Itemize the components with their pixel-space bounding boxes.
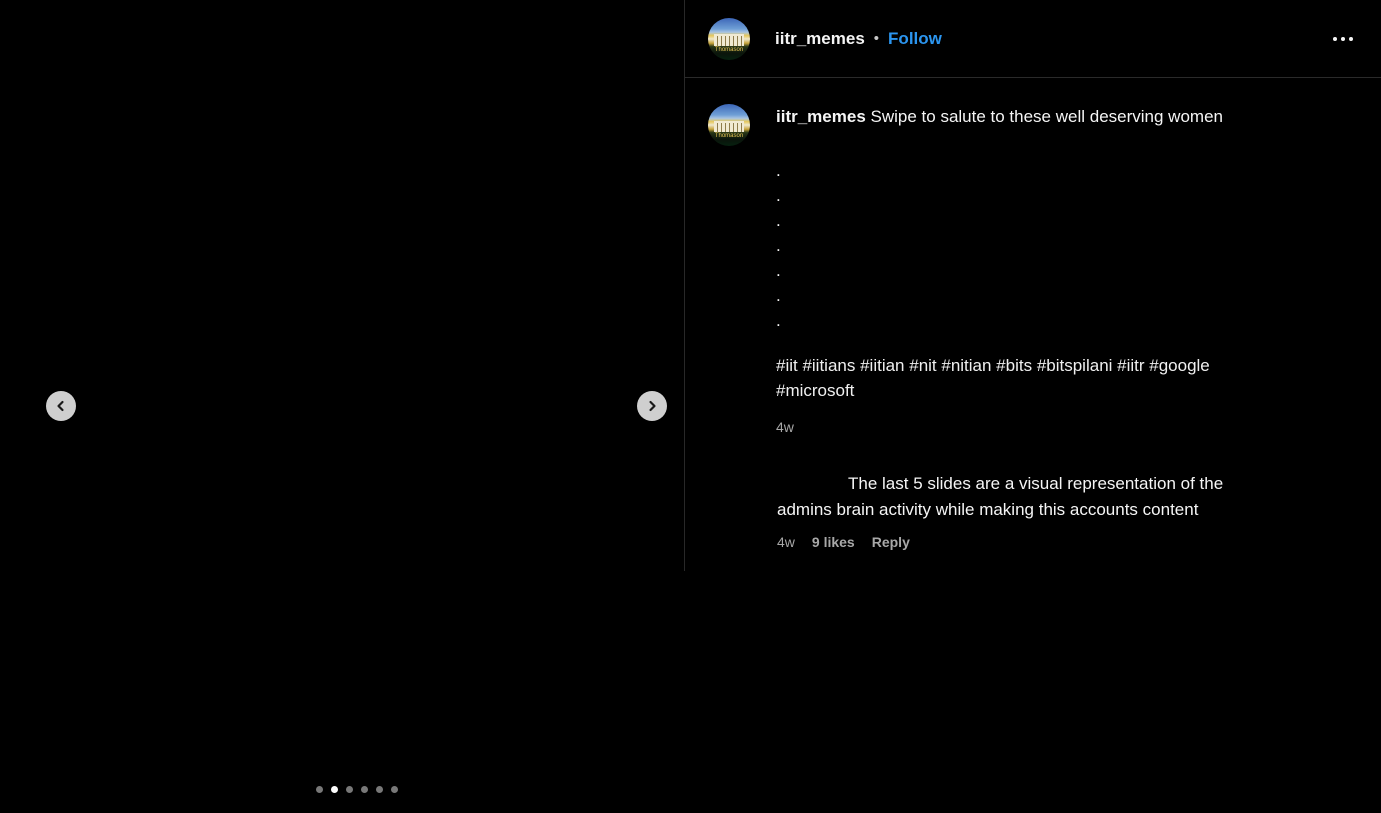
- comment-likes-button[interactable]: 9 likes: [812, 534, 855, 550]
- carousel-dot-4[interactable]: [361, 786, 368, 793]
- caption-row: iitr_memes Swipe to salute to these well…: [708, 104, 1381, 440]
- comment-text: The last 5 slides are a visual represent…: [777, 471, 1318, 523]
- profile-avatar[interactable]: [708, 18, 750, 60]
- post-detail-pane: iitr_memes • Follow iitr_memes Swipe to …: [684, 0, 1381, 571]
- carousel-next-button[interactable]: [637, 391, 667, 421]
- carousel-dot-6[interactable]: [391, 786, 398, 793]
- username-link[interactable]: iitr_memes: [775, 29, 865, 49]
- post-modal: iitr_memes • Follow iitr_memes Swipe to …: [0, 0, 1381, 813]
- carousel-dot-3[interactable]: [346, 786, 353, 793]
- separator-bullet: •: [874, 30, 879, 47]
- caption-line: iitr_memes Swipe to salute to these well…: [776, 104, 1317, 130]
- caption-dot-lines: . . . . . . .: [776, 158, 1317, 333]
- caption-timestamp[interactable]: 4w: [776, 414, 794, 440]
- header-name-row: iitr_memes • Follow: [775, 29, 942, 49]
- comment-timestamp: 4w: [777, 534, 795, 550]
- comment-item: The last 5 slides are a visual represent…: [777, 471, 1318, 550]
- comment-reply-button[interactable]: Reply: [872, 534, 910, 550]
- more-options-button[interactable]: [1329, 29, 1357, 49]
- caption-text: Swipe to salute to these well deserving …: [871, 107, 1223, 126]
- carousel-dots: [316, 786, 398, 793]
- carousel-dot-1[interactable]: [316, 786, 323, 793]
- media-pane: [0, 0, 684, 813]
- carousel-prev-button[interactable]: [46, 391, 76, 421]
- caption-body: iitr_memes Swipe to salute to these well…: [776, 104, 1317, 440]
- chevron-left-icon: [55, 400, 67, 412]
- caption-avatar[interactable]: [708, 104, 750, 146]
- chevron-right-icon: [646, 400, 658, 412]
- carousel-dot-5[interactable]: [376, 786, 383, 793]
- comment-meta: 4w 9 likes Reply: [777, 534, 1318, 550]
- caption-hashtags[interactable]: #iit #iitians #iitian #nit #nitian #bits…: [776, 353, 1317, 403]
- three-dot-menu-icon: [1333, 37, 1353, 41]
- follow-button[interactable]: Follow: [888, 29, 942, 49]
- carousel-dot-2[interactable]: [331, 786, 338, 793]
- comments-section: iitr_memes Swipe to salute to these well…: [685, 78, 1381, 550]
- post-header: iitr_memes • Follow: [685, 0, 1381, 78]
- caption-username-link[interactable]: iitr_memes: [776, 107, 866, 126]
